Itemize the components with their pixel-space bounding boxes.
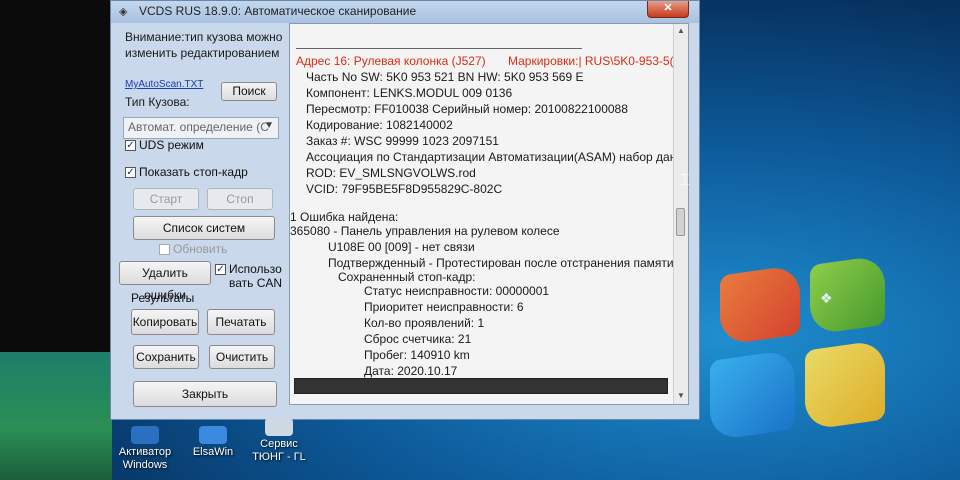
output-line: Сброс счетчика: 21 [364,332,472,346]
scrollbar-thumb[interactable] [676,208,685,236]
vcds-window: ◈ VCDS RUS 18.9.0: Автоматическое сканир… [110,0,700,420]
shortcut-icon [265,418,293,436]
stop-button[interactable]: Стоп [207,188,273,210]
checkbox-checked-icon: ✓ [125,139,136,151]
checkbox-icon [159,243,170,255]
copy-button[interactable]: Копировать [131,309,199,335]
output-line: Часть No SW: 5K0 953 521 BN HW: 5K0 953 … [306,70,584,84]
desktop-icon-label: Сервис ТЮНГ - ГL [252,438,306,463]
desktop-icon[interactable]: ElsaWin [178,426,248,459]
shortcut-icon [199,426,227,444]
systems-list-button[interactable]: Список систем [133,216,275,240]
separator-line [296,48,582,49]
desktop-icon-label: Активатор Windows [118,446,172,471]
output-line: Пересмотр: FF010038 Серийный номер: 2010… [306,102,628,116]
shortcut-icon [131,426,159,444]
scroll-down-icon[interactable]: ▼ [677,391,685,400]
output-line: 1 Ошибка найдена: [290,210,399,224]
uds-mode-checkbox[interactable]: ✓ UDS режим [125,138,204,152]
checkbox-checked-icon: ✓ [125,166,136,178]
window-title: VCDS RUS 18.9.0: Автоматическое сканиров… [139,4,417,18]
output-line: Сохраненный стоп-кадр: [338,270,476,284]
butterfly-icon: ❖ [820,290,833,306]
output-line: Дата: 2020.10.17 [364,364,458,378]
output-line: Статус неисправности: 00000001 [364,284,550,298]
use-can-checkbox[interactable]: ✓ Использо вать CAN [215,262,285,290]
output-line: U108E 00 [009] - нет связи [328,240,475,254]
output-line: Ассоциация по Стандартизации Автоматизац… [306,150,677,164]
output-line: ROD: EV_SMLSNGVOLWS.rod [306,166,476,180]
output-line: Подтвержденный - Протестирован после отс… [328,256,674,270]
output-line: Кодирование: 1082140002 [306,118,453,132]
desktop-icon[interactable]: Сервис ТЮНГ - ГL [244,418,314,464]
body-type-select[interactable]: Автомат. определение (С ▼ [123,117,279,139]
results-label: Результаты [131,291,195,305]
body-type-label: Тип Кузова: [125,95,190,109]
start-button[interactable]: Старт [133,188,199,210]
use-can-label: Использо вать CAN [229,262,283,290]
desktop-strip-bottom [0,352,112,480]
output-line: Компонент: LENKS.MODUL 009 0136 [306,86,513,100]
show-freeze-frame-label: Показать стоп-кадр [139,165,248,179]
vertical-scrollbar[interactable]: ▲ ▼ [673,24,688,404]
show-freeze-frame-checkbox[interactable]: ✓ Показать стоп-кадр [125,165,248,179]
checkbox-checked-icon: ✓ [215,264,226,275]
chevron-down-icon: ▼ [264,120,274,131]
desktop-icon[interactable]: Активатор Windows [110,426,180,472]
output-line: Маркировки:| RUS\5K0-953-5( [508,54,674,68]
output-line: Адрес 16: Рулевая колонка (J527) [296,54,486,68]
close-button[interactable]: Закрыть [133,381,277,407]
scroll-up-icon[interactable]: ▲ [677,26,685,35]
search-button[interactable]: Поиск [221,82,277,101]
app-icon: ◈ [119,6,128,18]
title-bar[interactable]: ◈ VCDS RUS 18.9.0: Автоматическое сканир… [111,1,699,23]
print-button[interactable]: Печатать [207,309,275,335]
desktop-dark-strip [0,0,112,352]
scan-output-area[interactable]: Адрес 16: Рулевая колонка (J527) Маркиров… [289,23,689,405]
mouse-cursor-icon: ⌶ [680,172,690,189]
progress-bar [294,378,668,394]
left-panel: Внимание:тип кузова можно изменить редак… [119,23,282,415]
close-window-button[interactable]: ✕ [647,1,689,18]
clear-button[interactable]: Очистить [209,345,275,369]
output-line: Заказ #: WSC 99999 1023 2097151 [306,134,499,148]
output-line: 365080 - Панель управления на рулевом ко… [290,224,560,238]
windows-logo-icon [700,250,900,480]
clear-errors-button[interactable]: Удалить ошибки [119,261,211,302]
output-line: Пробег: 140910 km [364,348,470,362]
save-button[interactable]: Сохранить [133,345,199,369]
body-type-select-value: Автомат. определение (С [128,120,269,134]
output-line: VCID: 79F95BE5F8D955829C-802C [306,182,503,196]
output-line: Кол-во проявлений: 1 [364,316,485,330]
refresh-label: Обновить [173,242,228,256]
output-line: Приоритет неисправности: 6 [364,300,524,314]
uds-mode-label: UDS режим [139,138,204,152]
desktop-icon-label: ElsaWin [192,446,234,458]
body-type-warning: Внимание:тип кузова можно изменить редак… [125,30,283,60]
refresh-checkbox[interactable]: Обновить [159,242,227,256]
autoscan-file-link[interactable]: MyAutoScan.TXT [125,79,203,90]
